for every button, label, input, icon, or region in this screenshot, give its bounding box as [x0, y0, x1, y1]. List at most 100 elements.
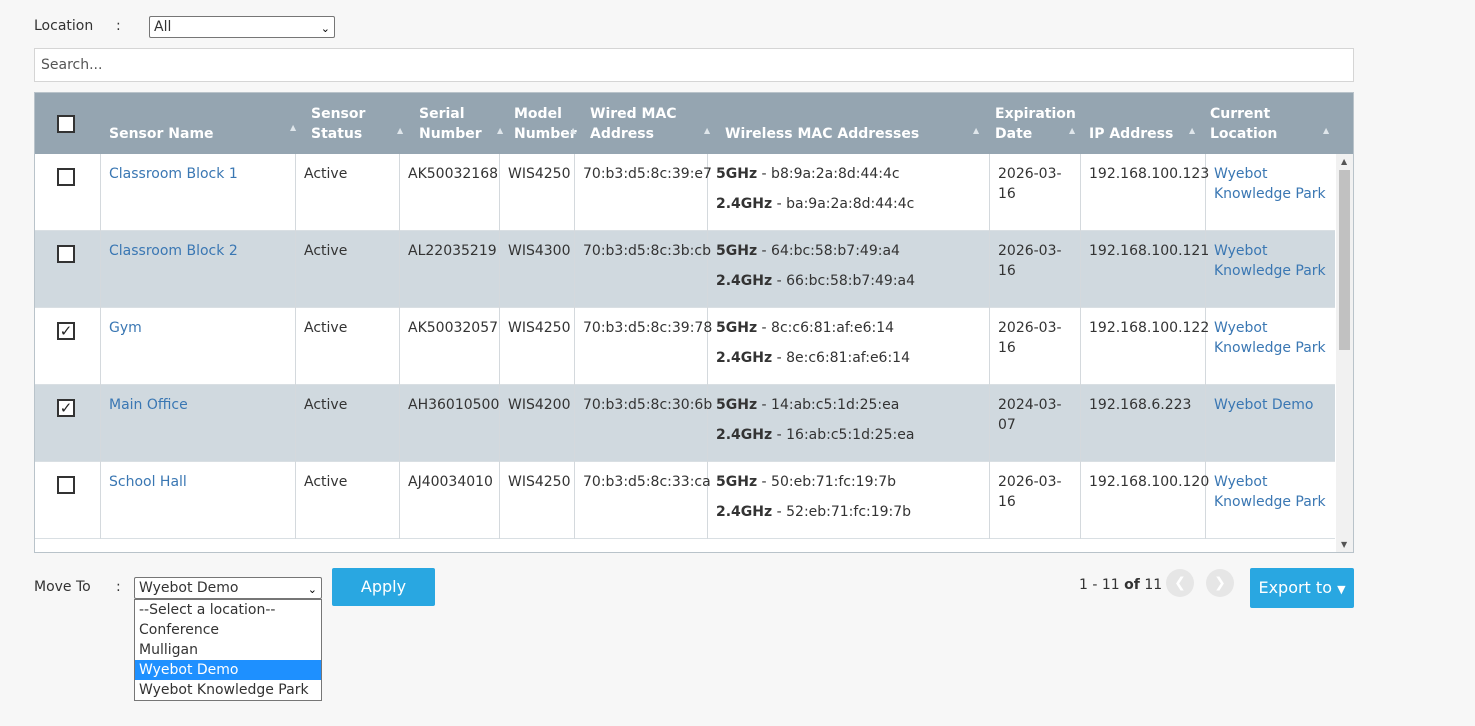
- sensor-status: Active: [304, 166, 348, 182]
- col-header-ip-address[interactable]: IP Address: [1089, 93, 1199, 154]
- current-location-link[interactable]: Wyebot Demo: [1214, 397, 1313, 413]
- current-location-link[interactable]: Wyebot Knowledge Park: [1214, 474, 1326, 510]
- mac-5ghz: 5GHz - 8c:c6:81:af:e6:14: [716, 320, 895, 336]
- sort-icon[interactable]: ▲: [1069, 126, 1075, 135]
- wireless-mac-cell: 5GHz - 14:ab:c5:1d:25:ea 2.4GHz - 16:ab:c…: [708, 385, 990, 462]
- current-location-link-cell: Wyebot Knowledge Park: [1206, 231, 1335, 308]
- export-button[interactable]: Export to ▼: [1250, 568, 1354, 608]
- col-header-current-location[interactable]: Current Location: [1210, 93, 1310, 154]
- sensor-name-link[interactable]: Gym: [109, 320, 142, 336]
- col-header-wireless-mac[interactable]: Wireless MAC Addresses: [725, 93, 985, 154]
- search-input[interactable]: Search...: [34, 48, 1354, 82]
- wired-mac: 70:b3:d5:8c:39:78: [583, 320, 713, 336]
- serial-number: AL22035219: [408, 243, 497, 259]
- wired-mac-cell: 70:b3:d5:8c:33:ca: [575, 462, 711, 539]
- expiration-date: 2026-03-16: [998, 320, 1062, 356]
- chevron-down-icon: ⌄: [320, 22, 330, 35]
- move-to-select[interactable]: Wyebot Demo ⌄: [134, 577, 322, 599]
- current-location-link[interactable]: Wyebot Knowledge Park: [1214, 166, 1326, 202]
- sensor-name-link[interactable]: School Hall: [109, 474, 187, 490]
- sensor-name-link[interactable]: Classroom Block 2: [109, 243, 238, 259]
- chevron-down-icon: ⌄: [307, 583, 317, 596]
- col-header-serial-number[interactable]: Serial Number: [419, 93, 519, 154]
- sort-icon[interactable]: ▲: [497, 126, 503, 135]
- row-checkbox[interactable]: [57, 245, 75, 263]
- serial-number-cell: AK50032057: [400, 308, 500, 385]
- current-location-link-cell: Wyebot Knowledge Park: [1206, 308, 1335, 385]
- row-checkbox[interactable]: [57, 476, 75, 494]
- row-checkbox[interactable]: ✓: [57, 399, 75, 417]
- sensor-name-link-cell: Classroom Block 2: [101, 231, 296, 308]
- dropdown-option[interactable]: Wyebot Demo: [135, 660, 321, 680]
- location-label: Location: [34, 18, 94, 34]
- checkbox-cell: ✓: [35, 385, 101, 462]
- col-header-expiration-date[interactable]: Expiration Date: [995, 93, 1085, 154]
- sensor-status-cell: Active: [296, 308, 400, 385]
- wired-mac: 70:b3:d5:8c:33:ca: [583, 474, 711, 490]
- wireless-mac-cell: 5GHz - b8:9a:2a:8d:44:4c 2.4GHz - ba:9a:2…: [708, 154, 990, 231]
- scroll-down-icon[interactable]: ▼: [1341, 540, 1347, 549]
- checkbox-cell: [35, 154, 101, 231]
- checkbox-cell: [35, 462, 101, 539]
- sensor-name-link-cell: Classroom Block 1: [101, 154, 296, 231]
- sensor-name-link[interactable]: Main Office: [109, 397, 188, 413]
- sort-asc-icon[interactable]: ▲: [290, 123, 296, 132]
- mac-5ghz: 5GHz - 50:eb:71:fc:19:7b: [716, 474, 897, 490]
- ip-address: 192.168.100.123: [1089, 166, 1210, 182]
- table-scrollbar[interactable]: ▲ ▼: [1336, 154, 1353, 552]
- sort-icon[interactable]: ▲: [704, 126, 710, 135]
- sensor-status-cell: Active: [296, 462, 400, 539]
- wired-mac-cell: 70:b3:d5:8c:30:6b: [575, 385, 712, 462]
- checkbox-cell: [35, 231, 101, 308]
- expiration-date: 2024-03-07: [998, 397, 1062, 433]
- col-header-sensor-status[interactable]: Sensor Status: [311, 93, 401, 154]
- wireless-mac-cell: 5GHz - 8c:c6:81:af:e6:14 2.4GHz - 8e:c6:8…: [708, 308, 990, 385]
- sort-icon[interactable]: ▲: [570, 126, 576, 135]
- ip-address-cell: 192.168.100.120: [1081, 462, 1209, 539]
- move-to-select-value: Wyebot Demo: [139, 580, 239, 596]
- move-to-colon: :: [116, 579, 121, 595]
- prev-page-button[interactable]: ❮: [1166, 569, 1194, 597]
- serial-number-cell: AL22035219: [400, 231, 500, 308]
- dropdown-option[interactable]: --Select a location--: [135, 600, 321, 620]
- serial-number-cell: AH36010500: [400, 385, 500, 462]
- wired-mac: 70:b3:d5:8c:30:6b: [583, 397, 713, 413]
- sort-icon[interactable]: ▲: [1323, 126, 1329, 135]
- location-select[interactable]: All ⌄: [149, 16, 335, 38]
- expiration-date-cell: 2026-03-16: [990, 462, 1081, 539]
- serial-number: AK50032057: [408, 320, 499, 336]
- col-header-model-number[interactable]: Model Number: [514, 93, 586, 154]
- col-header-sensor-name[interactable]: Sensor Name: [109, 93, 299, 154]
- mac-5ghz: 5GHz - 14:ab:c5:1d:25:ea: [716, 397, 900, 413]
- apply-button[interactable]: Apply: [332, 568, 435, 606]
- dropdown-option[interactable]: Conference: [135, 620, 321, 640]
- ip-address: 192.168.100.122: [1089, 320, 1210, 336]
- dropdown-option[interactable]: Wyebot Knowledge Park: [135, 680, 321, 700]
- sort-icon[interactable]: ▲: [397, 126, 403, 135]
- current-location-link[interactable]: Wyebot Knowledge Park: [1214, 243, 1326, 279]
- mac-24ghz: 2.4GHz - 8e:c6:81:af:e6:14: [716, 350, 910, 366]
- next-page-button[interactable]: ❯: [1206, 569, 1234, 597]
- wired-mac: 70:b3:d5:8c:3b:cb: [583, 243, 711, 259]
- wired-mac-cell: 70:b3:d5:8c:39:78: [575, 308, 712, 385]
- row-checkbox[interactable]: [57, 168, 75, 186]
- mac-24ghz: 2.4GHz - 52:eb:71:fc:19:7b: [716, 504, 912, 520]
- sensor-status: Active: [304, 397, 348, 413]
- mac-24ghz: 2.4GHz - 16:ab:c5:1d:25:ea: [716, 427, 915, 443]
- current-location-link[interactable]: Wyebot Knowledge Park: [1214, 320, 1326, 356]
- serial-number: AJ40034010: [408, 474, 493, 490]
- scroll-thumb[interactable]: [1339, 170, 1350, 350]
- wireless-mac-cell: 5GHz - 64:bc:58:b7:49:a4 2.4GHz - 66:bc:5…: [708, 231, 990, 308]
- col-header-wired-mac[interactable]: Wired MAC Address: [590, 93, 708, 154]
- expiration-date: 2026-03-16: [998, 243, 1062, 279]
- sort-icon[interactable]: ▲: [973, 126, 979, 135]
- sensor-status: Active: [304, 320, 348, 336]
- sensor-status-cell: Active: [296, 385, 400, 462]
- dropdown-option[interactable]: Mulligan: [135, 640, 321, 660]
- row-checkbox[interactable]: ✓: [57, 322, 75, 340]
- sort-icon[interactable]: ▲: [1189, 126, 1195, 135]
- location-select-value: All: [154, 19, 172, 35]
- scroll-up-icon[interactable]: ▲: [1341, 157, 1347, 166]
- sensor-name-link[interactable]: Classroom Block 1: [109, 166, 238, 182]
- select-all-checkbox[interactable]: [57, 115, 75, 133]
